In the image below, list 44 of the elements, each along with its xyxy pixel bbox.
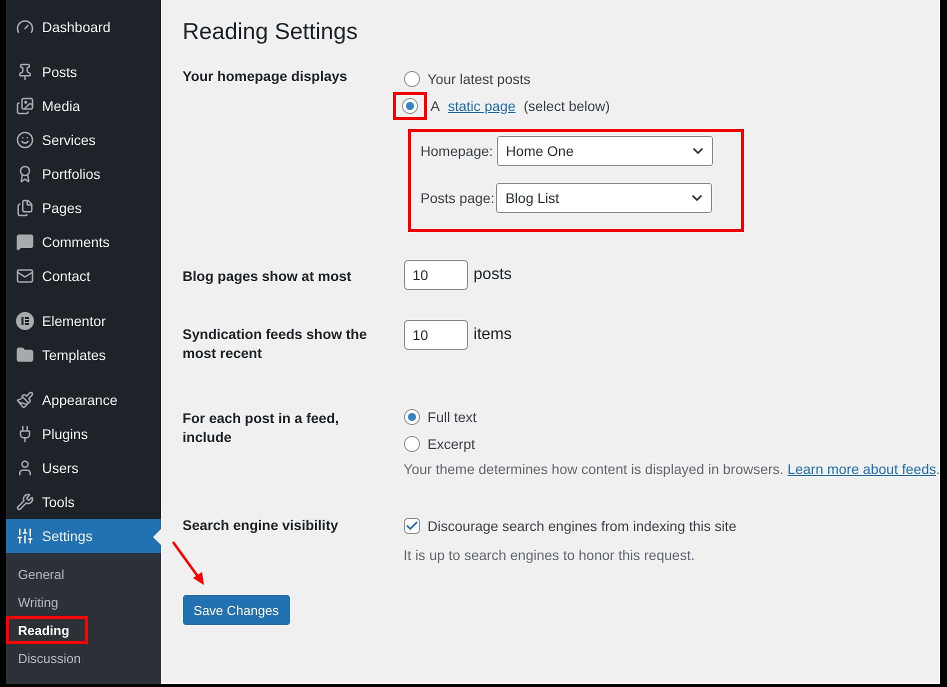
submenu-item[interactable]: Writing — [6, 588, 161, 616]
sidebar-item[interactable]: Posts — [6, 55, 161, 89]
unit-label: items — [474, 326, 512, 344]
help-text: It is up to search engines to honor this request. — [404, 547, 696, 563]
option-label: Your latest posts — [428, 70, 531, 86]
field-label: Syndication feeds show the most recent — [182, 325, 368, 363]
sidebar-item[interactable]: Pages — [6, 191, 161, 225]
field-label: Blog pages show at most — [182, 267, 352, 286]
option-label: (select below) — [524, 98, 610, 114]
help-text: Your theme determines how content is displayed in browsers. Learn more about feeds. — [404, 461, 940, 477]
sidebar-item[interactable]: Media — [6, 89, 161, 123]
number-field[interactable]: 10 — [404, 320, 468, 350]
select-label: Homepage: — [420, 143, 493, 159]
submenu-item[interactable]: General — [6, 560, 161, 588]
option-label: Excerpt — [428, 436, 475, 452]
submenu-item[interactable]: Reading — [6, 616, 88, 644]
sidebar-item[interactable]: Services — [6, 123, 161, 157]
sidebar-item[interactable]: Dashboard — [6, 10, 161, 44]
sidebar-item[interactable]: Contact — [6, 259, 161, 293]
option-label: Full text — [428, 408, 477, 424]
option-label: A — [430, 98, 440, 114]
page-select[interactable]: Home One — [496, 136, 713, 166]
sidebar-item[interactable]: Tools — [6, 485, 161, 519]
number-field[interactable]: 10 — [404, 260, 468, 290]
save-button[interactable]: Save Changes — [182, 595, 290, 625]
sidebar-item[interactable]: Plugins — [6, 417, 161, 451]
submenu-item[interactable]: Discussion — [6, 644, 161, 672]
field-label: For each post in a feed, include — [182, 409, 340, 447]
sidebar-item[interactable]: Settings — [6, 519, 161, 553]
learn-more-link[interactable]: Learn more about feeds — [787, 461, 936, 477]
static-page-link[interactable]: static page — [448, 98, 516, 114]
sidebar-item[interactable]: Templates — [6, 338, 161, 372]
checkbox-label: Discourage search engines from indexing this site — [428, 518, 736, 534]
sidebar-item[interactable]: Appearance — [6, 383, 161, 417]
field-label: Search engine visibility — [182, 516, 340, 535]
unit-label: posts — [474, 266, 512, 284]
select-label: Posts page: — [420, 190, 494, 206]
page-title: Reading Settings — [182, 18, 359, 45]
page-select[interactable]: Blog List — [496, 183, 712, 213]
sidebar-item[interactable]: Portfolios — [6, 157, 161, 191]
sidebar-item[interactable]: Comments — [6, 225, 161, 259]
sidebar-item[interactable]: Users — [6, 451, 161, 485]
field-label: Your homepage displays — [182, 67, 348, 86]
sidebar-item[interactable]: Elementor — [6, 304, 161, 338]
